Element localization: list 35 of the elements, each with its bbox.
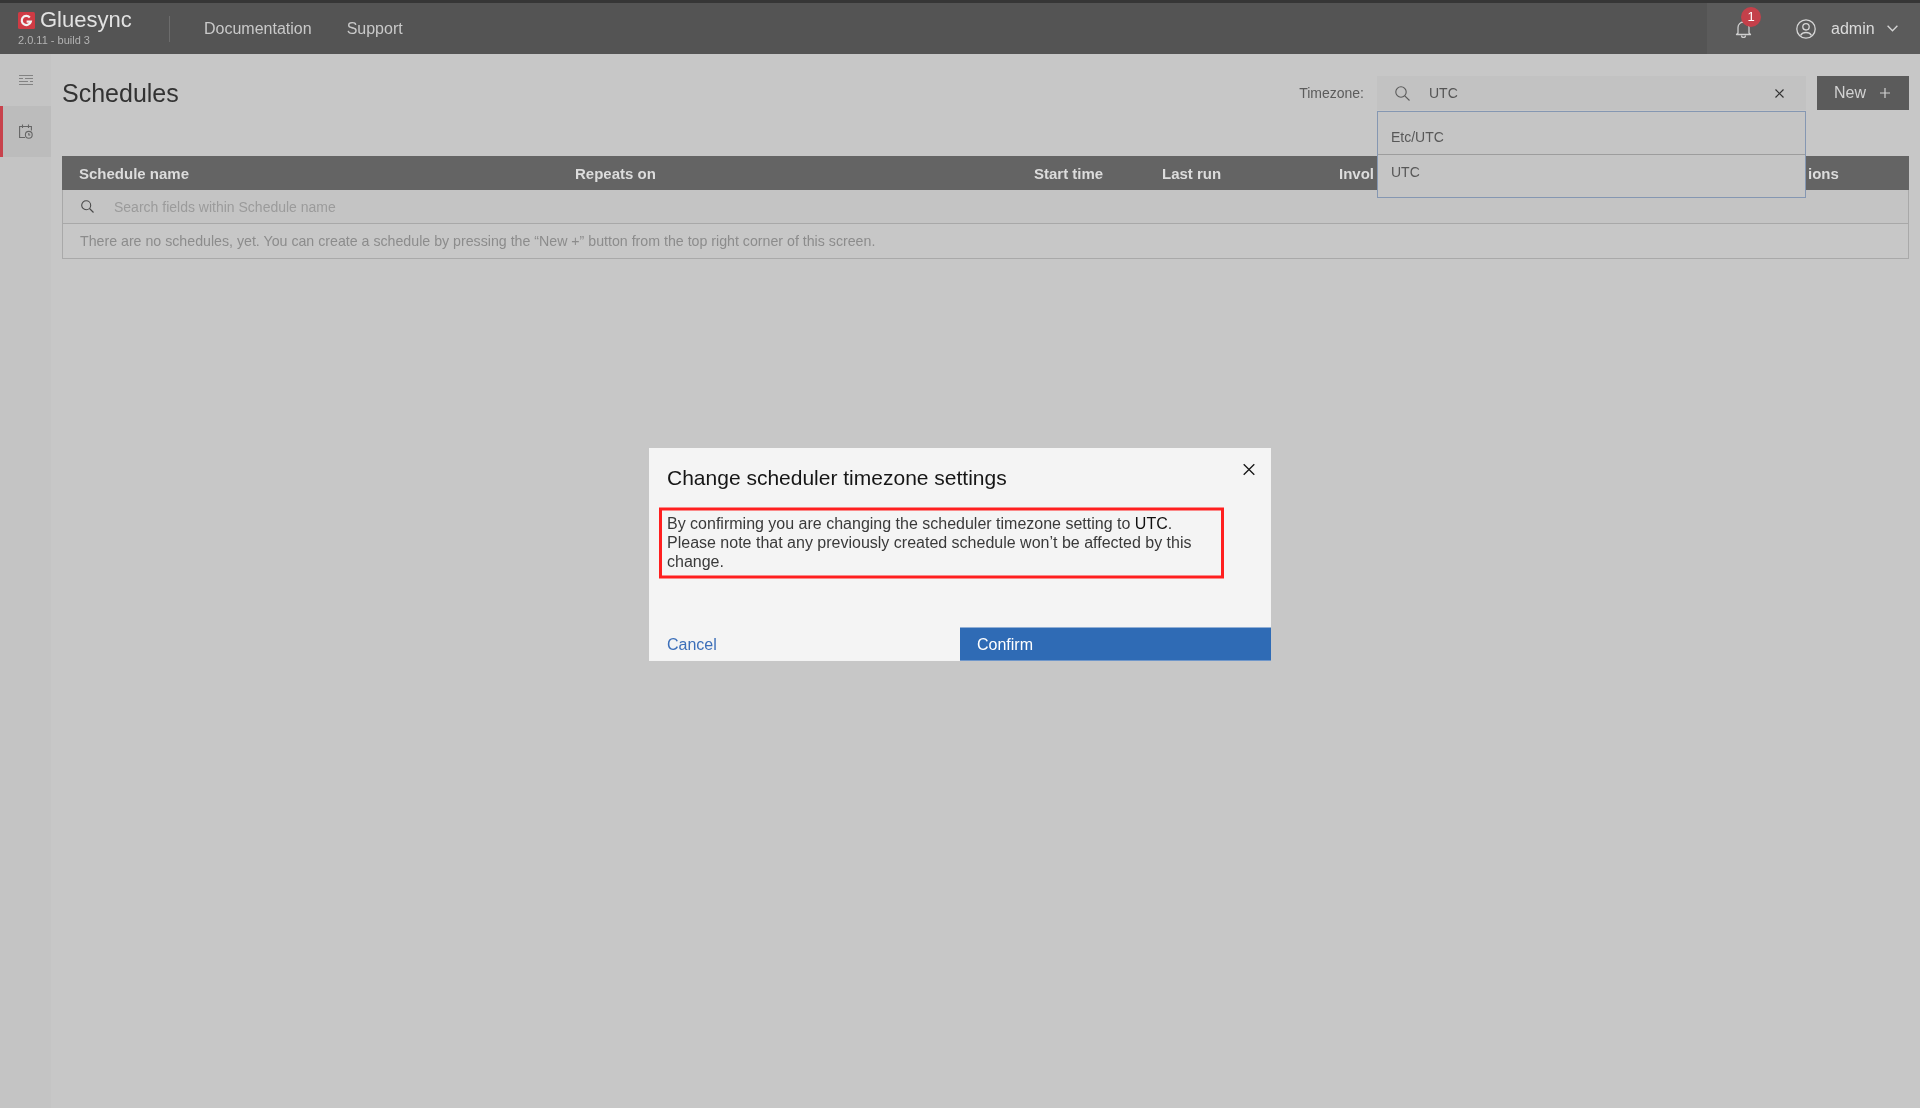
nav-link[interactable]: Support	[346, 19, 403, 38]
dialog-title: Change scheduler timezone settings	[667, 464, 1007, 491]
menu-icon	[18, 74, 33, 86]
column-header: Invol	[1339, 164, 1374, 182]
search-icon	[1395, 86, 1410, 101]
search-icon	[81, 200, 94, 213]
column-header: Schedule name	[79, 164, 190, 182]
bell-icon[interactable]	[1734, 19, 1753, 38]
clear-icon[interactable]	[1775, 89, 1784, 98]
column-header: Start time	[1034, 164, 1104, 182]
calendar-clock-icon	[18, 124, 33, 139]
dialog-message: By confirming you are changing the scheduler timezone setting to UTC. Please note that any previously created schedule won’t be affected by this change.	[667, 513, 1193, 571]
cancel-button[interactable]: Cancel	[649, 627, 960, 661]
column-header: ions	[1808, 164, 1839, 182]
empty-state-message: There are no schedules, yet. You can create a schedule by pressing the “New +” button from the top right corner of this screen.	[80, 233, 876, 249]
close-icon[interactable]	[1243, 463, 1255, 476]
column-header: Repeats on	[575, 164, 656, 182]
notification-badge: 1	[1741, 7, 1761, 27]
user-icon	[1796, 18, 1816, 39]
nav-link[interactable]: Documentation	[204, 19, 312, 38]
brand-name: Gluesync	[40, 10, 132, 30]
chevron-down-icon	[1886, 25, 1898, 32]
dropdown-option[interactable]: UTC	[1378, 154, 1805, 189]
sidebar-item[interactable]	[0, 106, 51, 157]
timezone-search-field[interactable]: UTC	[1377, 76, 1806, 110]
timezone-label: Timezone:	[1299, 85, 1364, 101]
column-header: Last run	[1162, 164, 1222, 182]
plus-icon	[1880, 88, 1890, 98]
version-label: 2.0.11 - build 3	[18, 34, 90, 47]
dropdown-option[interactable]: Etc/UTC	[1378, 119, 1805, 154]
logo-icon	[18, 11, 35, 29]
confirm-button[interactable]: Confirm	[960, 627, 1271, 661]
page-title: Schedules	[62, 78, 179, 109]
user-menu-button[interactable]: admin	[1796, 18, 1898, 39]
new-button[interactable]: New	[1817, 76, 1909, 110]
